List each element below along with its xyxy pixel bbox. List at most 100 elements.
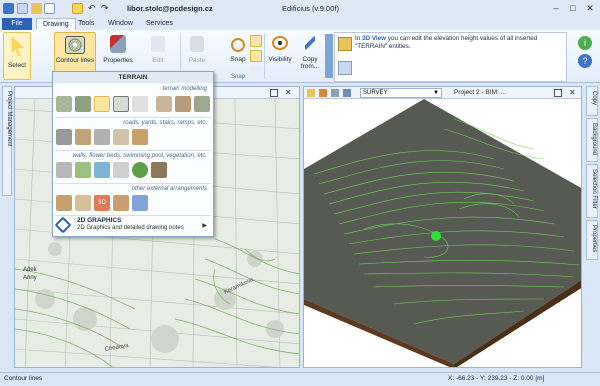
coordinates-readout: X: -66.23 - Y: 239.23 - Z: 0.00 [m] xyxy=(448,375,545,382)
viewport-close-icon[interactable]: ✕ xyxy=(285,88,292,97)
contour-lines-icon xyxy=(65,36,85,54)
snap-group-label: Snap xyxy=(231,74,246,80)
project-label: Project 2 - BIM: ... xyxy=(454,89,507,96)
view-icon-2[interactable] xyxy=(319,89,327,97)
project-management-label: Project Management xyxy=(6,91,12,147)
walls-row xyxy=(56,162,212,180)
gazebo-icon[interactable] xyxy=(113,195,129,211)
3d-viewport-toolbar: SURVEY ▼ Project 2 - BIM: ... ✕ xyxy=(304,87,581,99)
minimize-icon[interactable]: – xyxy=(548,2,564,14)
hedge-icon[interactable] xyxy=(151,162,167,178)
new-icon[interactable] xyxy=(44,3,55,14)
terrain-tool-1-icon[interactable] xyxy=(56,96,72,112)
terrain-mesh-icon[interactable] xyxy=(113,96,129,112)
contour-lines-tool-icon[interactable] xyxy=(94,96,110,112)
tab-window[interactable]: Window xyxy=(102,18,139,30)
2d-graphics-title: 2D GRAPHICS xyxy=(77,217,122,224)
select-label: Select xyxy=(7,62,27,69)
terrain-dropdown-menu: TERRAIN terrain modelling roads, yards, … xyxy=(52,71,214,237)
undo-icon[interactable]: ↶ xyxy=(88,3,99,14)
map-label-anny: Anny xyxy=(23,275,37,281)
restore-icon[interactable] xyxy=(270,89,278,97)
terrain-modelling-row xyxy=(56,96,212,114)
flower-bed-icon[interactable] xyxy=(75,162,91,178)
copy-from-button[interactable]: Copy from... xyxy=(296,32,324,80)
view-icon-3[interactable] xyxy=(331,89,339,97)
terrain-excavation-icon[interactable] xyxy=(156,96,172,112)
open-icon[interactable] xyxy=(31,3,42,14)
menu-bar: File Drawing Tools Window Services xyxy=(0,17,600,30)
ribbon-collapse-strip[interactable] xyxy=(325,34,333,78)
ramp-icon[interactable] xyxy=(113,129,129,145)
terrain-marker[interactable] xyxy=(431,231,441,241)
tab-services[interactable]: Services xyxy=(140,18,179,30)
stairs-icon[interactable] xyxy=(132,129,148,145)
close-icon[interactable]: ✕ xyxy=(582,2,598,14)
selection-filter-tab[interactable]: Selection Filter xyxy=(586,164,598,218)
help-icon[interactable]: ? xyxy=(578,54,592,68)
2d-graphics-item[interactable]: 2D GRAPHICS 2D Graphics and detailed dra… xyxy=(54,216,211,235)
title-bar: ↶ ↷ libor.stolc@pcdesign.cz Edificius (v… xyxy=(0,0,600,17)
file-menu[interactable]: File xyxy=(2,18,32,30)
view-icon-4[interactable] xyxy=(343,89,351,97)
eyedropper-icon xyxy=(305,35,315,51)
tab-drawing[interactable]: Drawing xyxy=(36,18,76,30)
view-icon-1[interactable] xyxy=(307,89,315,97)
road-icon[interactable] xyxy=(56,129,72,145)
tab-tools[interactable]: Tools xyxy=(72,18,100,30)
copy-tab-label: Copy xyxy=(591,91,597,106)
info-panel: In 3D View you can edit the elevation he… xyxy=(334,32,567,82)
snap-grid-icon[interactable] xyxy=(250,35,262,47)
arrangement-icon[interactable] xyxy=(75,195,91,211)
2d-graphics-icon xyxy=(54,216,72,234)
properties-label: Properties xyxy=(103,57,133,64)
roads-row xyxy=(56,129,212,147)
terrain-slope-icon[interactable] xyxy=(194,96,210,112)
redo-icon[interactable]: ↷ xyxy=(101,3,112,14)
visibility-button[interactable]: Visibility xyxy=(266,32,294,80)
user-account[interactable]: libor.stolc@pcdesign.cz xyxy=(127,4,213,13)
section-walls: walls, flower beds, swimming pool, veget… xyxy=(72,153,207,159)
pool-icon[interactable] xyxy=(94,162,110,178)
snap-angle-icon[interactable] xyxy=(250,50,262,62)
yard-icon[interactable] xyxy=(75,129,91,145)
3d-viewport[interactable]: SURVEY ▼ Project 2 - BIM: ... ✕ xyxy=(303,86,582,368)
terrain-elevation-icon[interactable] xyxy=(132,96,148,112)
view-select[interactable]: SURVEY ▼ xyxy=(360,88,442,98)
terrain-dxf-icon[interactable] xyxy=(75,96,91,112)
snap-ortho-icon[interactable] xyxy=(250,65,262,75)
2d-graphics-desc: 2D Graphics and detailed drawing notes xyxy=(77,225,184,231)
wall-icon[interactable] xyxy=(56,162,72,178)
restore-icon-right[interactable] xyxy=(554,89,562,97)
status-bar: Contour lines X: -66.23 - Y: 239.23 - Z:… xyxy=(0,372,600,386)
copy-tab[interactable]: Copy xyxy=(586,86,598,116)
snap-icon xyxy=(231,38,245,52)
fence-icon[interactable] xyxy=(113,162,129,178)
submenu-arrow-icon: ▶ xyxy=(202,223,207,229)
path-icon[interactable] xyxy=(94,129,110,145)
3d-object-icon[interactable]: 3D xyxy=(94,195,110,211)
water-icon[interactable] xyxy=(132,195,148,211)
snap-button[interactable]: Snap xyxy=(228,32,248,72)
background-tab[interactable]: Background xyxy=(586,118,598,162)
select-button[interactable]: Select xyxy=(3,32,31,80)
select-cursor-icon xyxy=(11,36,25,56)
pergola-icon[interactable] xyxy=(56,195,72,211)
status-text: Contour lines xyxy=(4,375,43,382)
properties-tab[interactable]: Properties xyxy=(586,220,598,260)
background-tab-label: Background xyxy=(591,123,597,156)
maximize-icon[interactable]: □ xyxy=(565,2,581,14)
paste-icon xyxy=(190,36,204,52)
copy-from-label: Copy from... xyxy=(300,56,320,70)
app-logo-icon xyxy=(3,3,14,14)
terrain-fill-icon[interactable] xyxy=(175,96,191,112)
close-icon-right[interactable]: ✕ xyxy=(569,88,576,97)
save-icon[interactable] xyxy=(17,3,28,14)
edit-label: Edit xyxy=(152,57,164,64)
cursor-icon[interactable] xyxy=(72,3,83,14)
project-management-tab[interactable]: Project Management xyxy=(2,86,12,196)
tree-icon[interactable] xyxy=(132,162,148,178)
view-select-value: SURVEY xyxy=(363,90,388,96)
visibility-label: Visibility xyxy=(268,56,292,63)
terrain-3d-model[interactable] xyxy=(304,99,582,368)
